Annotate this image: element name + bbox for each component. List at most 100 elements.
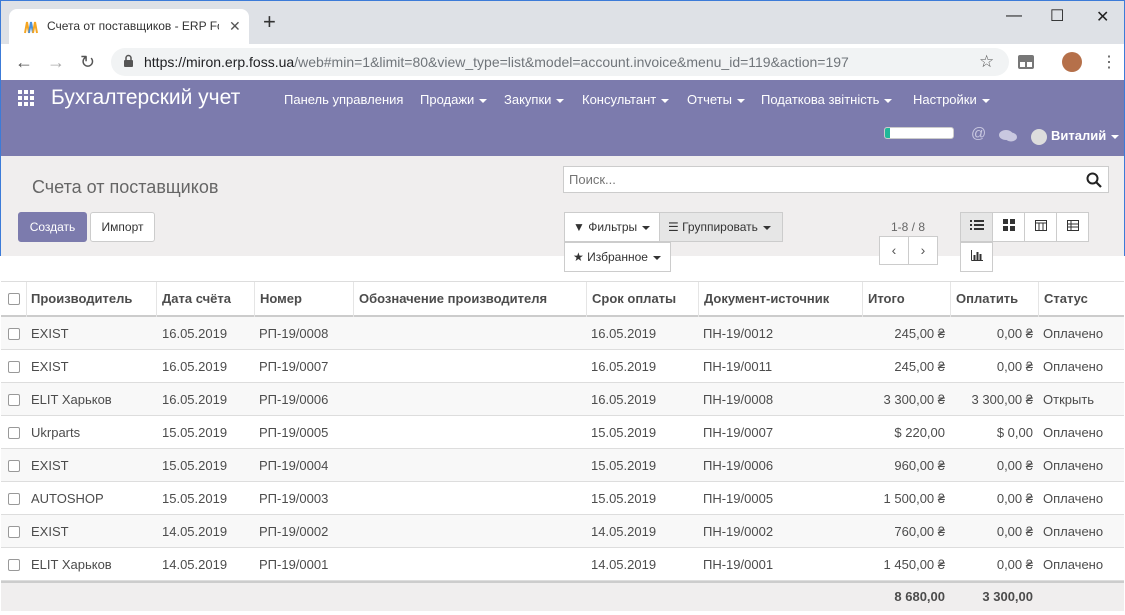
group-by-button[interactable]: ☰ Группировать [659, 212, 783, 242]
table-cell: ПН-19/0012 [703, 326, 774, 341]
table-cell: 0,00 ₴ [996, 557, 1033, 572]
column-header[interactable]: Статус [1044, 282, 1088, 318]
address-bar[interactable]: https://miron.erp.foss.ua/web#min=1&limi… [111, 48, 1009, 76]
progress-fill [885, 128, 891, 138]
menu-purchases[interactable]: Закупки [504, 92, 565, 107]
apps-grid-icon[interactable] [18, 90, 34, 106]
browser-toolbar: ← → ↻ https://miron.erp.foss.ua/web#min=… [0, 44, 1125, 80]
search-box[interactable] [563, 166, 1109, 193]
list-view-icon[interactable] [960, 212, 993, 242]
filters-button[interactable]: ▼ Фильтры [564, 212, 660, 242]
select-all-checkbox[interactable] [8, 293, 20, 305]
row-checkbox[interactable] [8, 493, 20, 505]
table-row[interactable]: EXIST 16.05.2019 РП-19/0008 16.05.2019 ПН-19… [1, 317, 1124, 350]
table-cell: Оплачено [1043, 491, 1104, 506]
forward-icon[interactable]: → [47, 52, 65, 73]
user-menu[interactable]: Виталий [1031, 128, 1120, 145]
table-row[interactable]: ELIT Харьков 14.05.2019 РП-19/0001 14.05.20… [1, 548, 1124, 581]
menu-advisor[interactable]: Консультант [582, 92, 670, 107]
chevron-down-icon [661, 98, 670, 103]
column-header[interactable]: Дата счёта [162, 282, 231, 318]
pager-next-icon[interactable]: › [908, 236, 938, 265]
row-checkbox[interactable] [8, 460, 20, 472]
progress-bar [884, 127, 954, 139]
create-button[interactable]: Создать [18, 212, 87, 242]
at-mention-icon[interactable]: @ [971, 125, 986, 142]
browser-tab[interactable]: Счета от поставщиков - ERP Fos ✕ [9, 9, 249, 45]
row-checkbox[interactable] [8, 427, 20, 439]
table-cell: 15.05.2019 [162, 458, 228, 473]
tab-title: Счета от поставщиков - ERP Fos [47, 19, 219, 33]
profile-avatar[interactable] [1062, 52, 1082, 72]
bookmark-star-icon[interactable]: ☆ [979, 52, 994, 72]
table-row[interactable]: EXIST 14.05.2019 РП-19/0002 14.05.2019 ПН-19… [1, 515, 1124, 548]
window-close-icon[interactable]: ✕ [1096, 7, 1109, 27]
table-row[interactable]: EXIST 15.05.2019 РП-19/0004 15.05.2019 ПН-19… [1, 449, 1124, 482]
row-checkbox[interactable] [8, 394, 20, 406]
chevron-down-icon [642, 225, 651, 230]
row-checkbox[interactable] [8, 361, 20, 373]
pivot-view-icon[interactable] [1056, 212, 1089, 242]
pager-previous-icon[interactable]: ‹ [879, 236, 909, 265]
chat-icon[interactable] [999, 129, 1017, 143]
import-button[interactable]: Импорт [90, 212, 155, 242]
column-header[interactable]: Документ-источник [704, 282, 829, 318]
reload-icon[interactable]: ↻ [80, 52, 95, 73]
column-header[interactable]: Обозначение производителя [359, 282, 547, 318]
menu-sales[interactable]: Продажи [420, 92, 488, 107]
table-cell: Оплачено [1043, 524, 1104, 539]
table-cell: EXIST [31, 524, 69, 539]
browser-menu-icon[interactable]: ⋮ [1101, 52, 1117, 72]
row-checkbox[interactable] [8, 526, 20, 538]
chevron-down-icon [652, 255, 661, 260]
table-cell: 14.05.2019 [162, 524, 228, 539]
row-checkbox[interactable] [8, 328, 20, 340]
table-row[interactable]: AUTOSHOP 15.05.2019 РП-19/0003 15.05.2019 ПН… [1, 482, 1124, 515]
maximize-icon[interactable]: ☐ [1050, 6, 1064, 26]
minimize-icon[interactable]: — [1006, 7, 1022, 25]
search-input[interactable] [564, 167, 1064, 192]
new-tab-button[interactable]: + [263, 11, 276, 33]
back-icon[interactable]: ← [15, 52, 33, 73]
table-row[interactable]: EXIST 16.05.2019 РП-19/0007 16.05.2019 ПН-19… [1, 350, 1124, 383]
table-cell: РП-19/0003 [259, 491, 329, 506]
table-row[interactable]: Ukrparts 15.05.2019 РП-19/0005 15.05.2019 ПН… [1, 416, 1124, 449]
extension-icon[interactable] [1018, 55, 1034, 69]
column-header[interactable]: Производитель [31, 282, 132, 318]
table-cell: 0,00 ₴ [996, 458, 1033, 473]
graph-view-icon[interactable] [960, 242, 993, 272]
calendar-view-icon[interactable] [1024, 212, 1057, 242]
lock-icon [124, 54, 133, 67]
favorites-button[interactable]: ★ Избранное [564, 242, 671, 272]
column-header[interactable]: Срок оплаты [592, 282, 676, 318]
search-icon[interactable] [1086, 172, 1102, 188]
column-header[interactable]: Номер [260, 282, 302, 318]
odoo-favicon-icon [24, 21, 38, 34]
url-text: https://miron.erp.foss.ua/web#min=1&limi… [144, 54, 849, 70]
chevron-down-icon [736, 98, 745, 103]
table-row[interactable]: ELIT Харьков 16.05.2019 РП-19/0006 16.05.20… [1, 383, 1124, 416]
kanban-view-icon[interactable] [992, 212, 1025, 242]
menu-reports[interactable]: Отчеты [687, 92, 745, 107]
app-navbar: Бухгалтерский учет Панель управления Про… [0, 80, 1125, 156]
menu-dashboard[interactable]: Панель управления [284, 92, 403, 107]
row-checkbox[interactable] [8, 559, 20, 571]
table-cell [359, 548, 579, 581]
table-cell: 3 300,00 ₴ [971, 392, 1033, 407]
column-header[interactable]: Оплатить [956, 282, 1018, 318]
menu-tax-reporting[interactable]: Податкова звітність [761, 92, 893, 107]
menu-settings[interactable]: Настройки [913, 92, 990, 107]
table-cell: 0,00 ₴ [996, 326, 1033, 341]
table-cell: РП-19/0008 [259, 326, 329, 341]
table-cell: 16.05.2019 [162, 326, 228, 341]
column-header[interactable]: Итого [868, 282, 905, 318]
table-cell: $ 0,00 [996, 425, 1033, 440]
table-cell: 245,00 ₴ [894, 326, 945, 341]
chevron-down-icon [981, 98, 990, 103]
table-cell: Оплачено [1043, 458, 1104, 473]
tab-close-icon[interactable]: ✕ [229, 18, 241, 35]
table-cell: 15.05.2019 [591, 458, 657, 473]
table-cell: 15.05.2019 [162, 425, 228, 440]
chevron-down-icon [884, 98, 893, 103]
user-avatar [1031, 128, 1047, 145]
